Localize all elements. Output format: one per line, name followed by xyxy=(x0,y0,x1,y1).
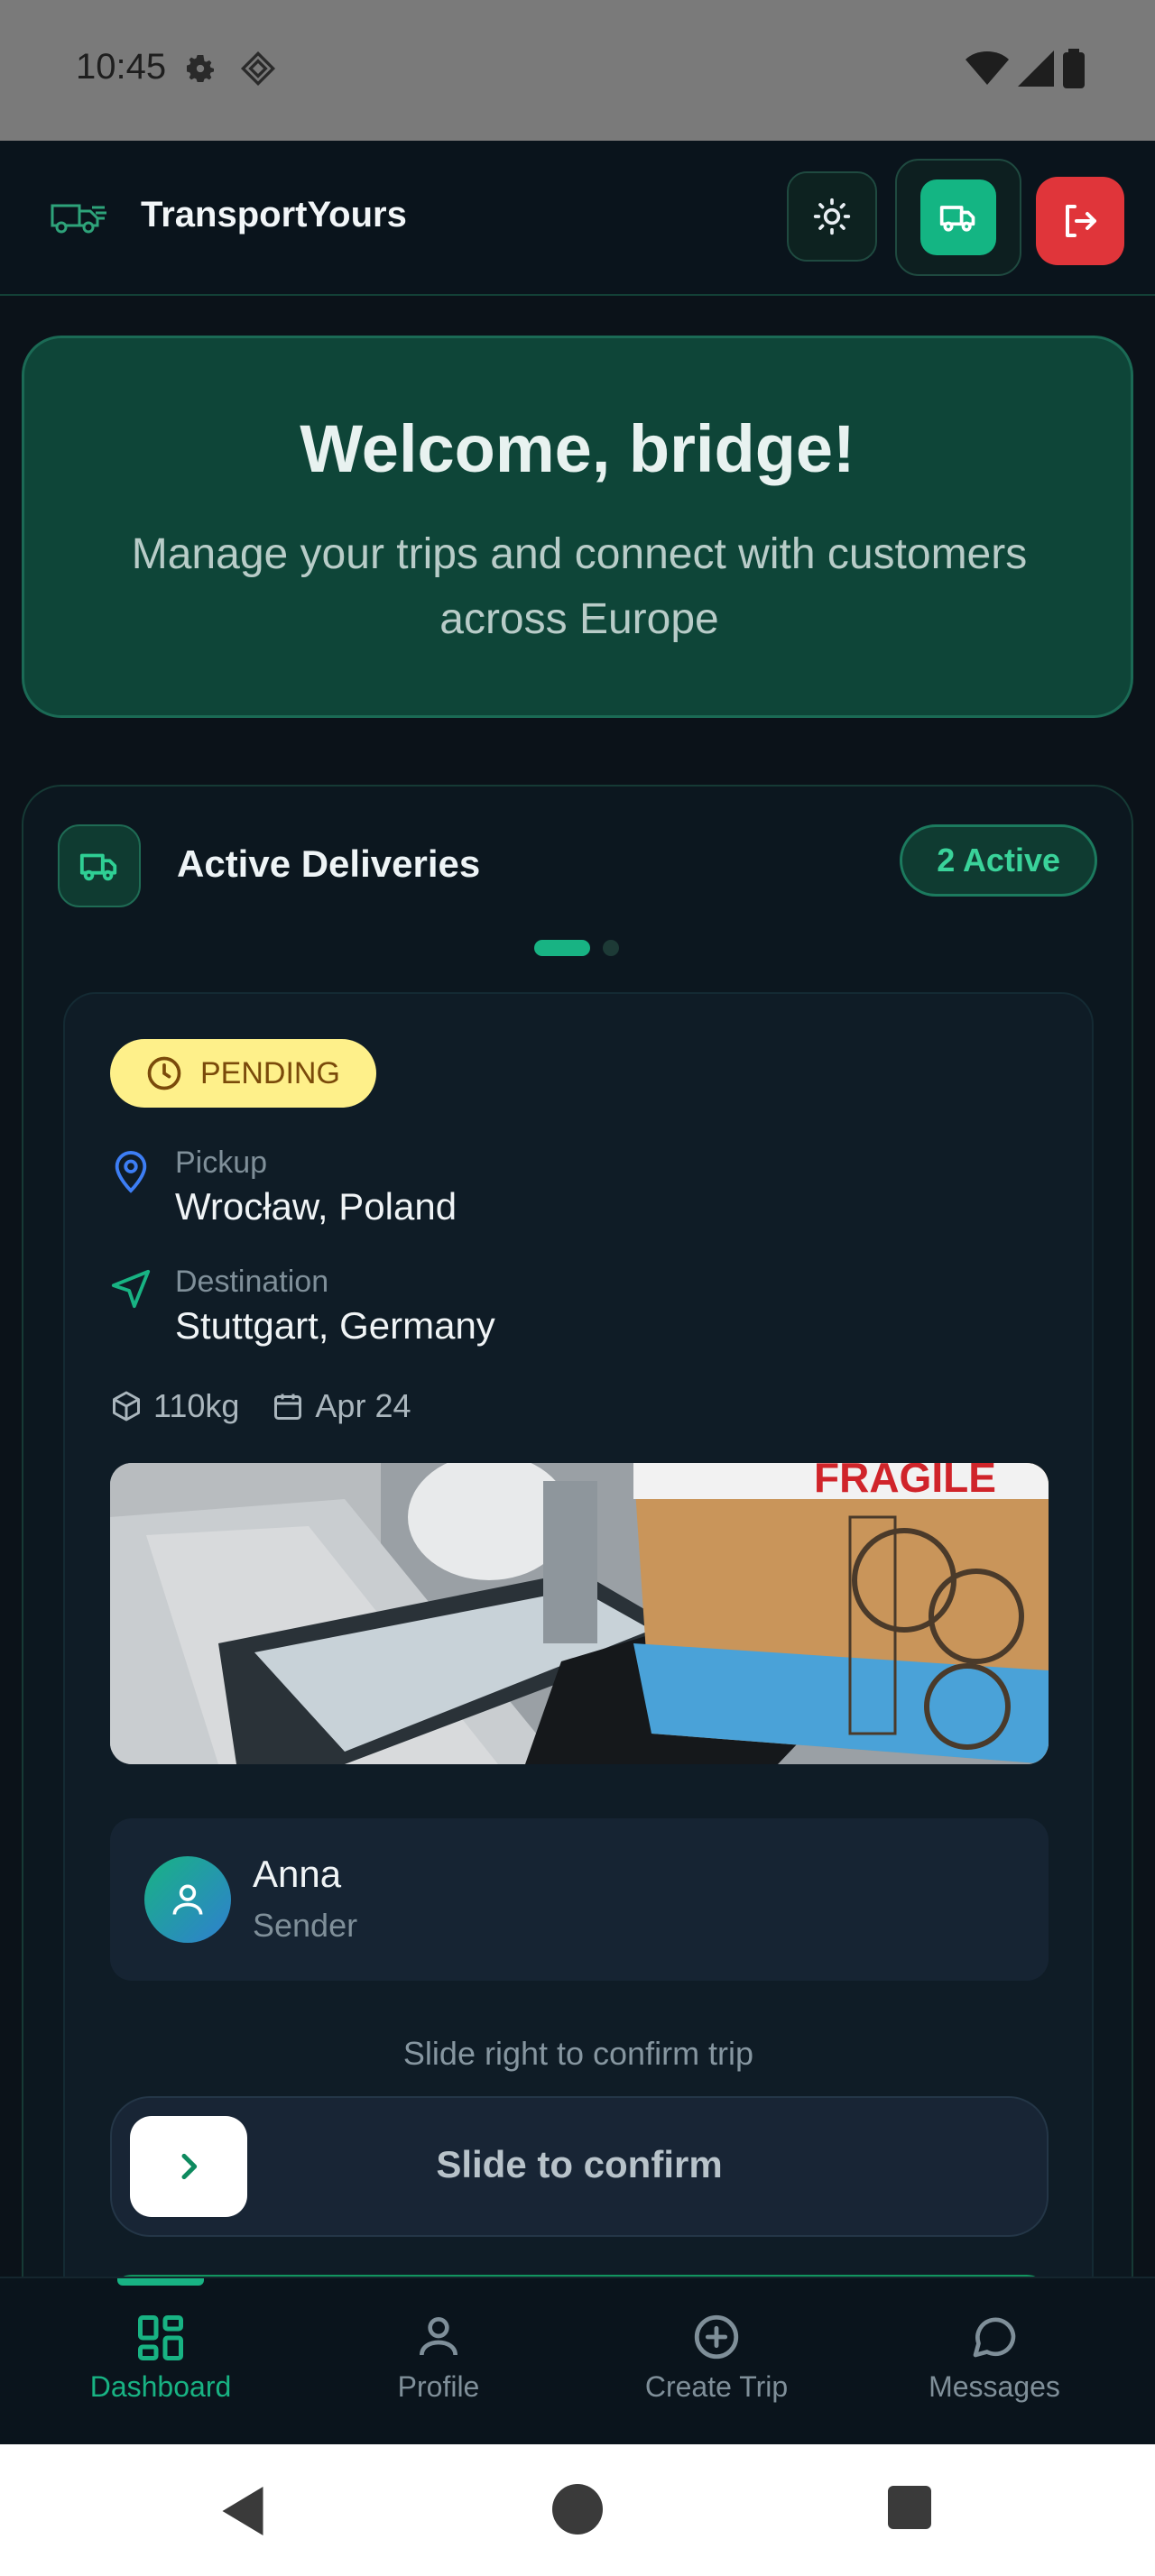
avatar xyxy=(144,1856,231,1943)
active-deliveries-card: Active Deliveries 2 Active PENDING Picku… xyxy=(22,785,1133,2347)
nav-create-trip[interactable]: Create Trip xyxy=(572,2278,861,2446)
navigation-arrow-icon xyxy=(110,1268,152,1314)
logout-icon xyxy=(1066,205,1096,237)
deliveries-mode-inner xyxy=(920,179,996,255)
logout-button[interactable] xyxy=(1036,177,1124,265)
signal-icon xyxy=(1018,51,1054,87)
welcome-card: Welcome, bridge! Manage your trips and c… xyxy=(22,336,1133,718)
photo-fragile-text: FRAGILE xyxy=(814,1463,996,1501)
slide-hint: Slide right to confirm trip xyxy=(402,2035,754,2072)
status-indicators xyxy=(966,49,1085,88)
weight-value: 110kg xyxy=(153,1387,240,1424)
destination-label: Destination xyxy=(175,1265,329,1299)
nav-label-create-trip: Create Trip xyxy=(644,2370,789,2403)
plus-circle-icon xyxy=(572,2311,861,2363)
trip-card[interactable]: PENDING Pickup Wrocław, Poland Destinati… xyxy=(63,992,1094,2347)
welcome-title: Welcome, bridge! xyxy=(300,411,855,486)
user-icon xyxy=(172,1884,203,1915)
map-pin-icon xyxy=(110,1149,152,1199)
destination-value: Stuttgart, Germany xyxy=(175,1304,495,1347)
theme-toggle-button[interactable] xyxy=(787,171,877,262)
nav-dashboard[interactable]: Dashboard xyxy=(16,2278,305,2446)
nav-label-messages: Messages xyxy=(929,2370,1060,2403)
nav-messages[interactable]: Messages xyxy=(850,2278,1139,2446)
clock-icon xyxy=(147,1056,181,1090)
calendar-icon xyxy=(274,1394,302,1420)
sender-role: Sender xyxy=(253,1907,358,1944)
trip-meta: 110kg Apr 24 xyxy=(110,1387,444,1425)
date-value: Apr 24 xyxy=(315,1387,411,1424)
nav-label-profile: Profile xyxy=(397,2370,480,2403)
active-count-badge: 2 Active xyxy=(900,824,1097,897)
home-icon[interactable] xyxy=(552,2484,603,2535)
app-title: TransportYours xyxy=(141,195,407,235)
package-photo[interactable]: FRAGILE xyxy=(110,1463,1049,1764)
deliveries-mode-button[interactable] xyxy=(895,159,1021,276)
pickup-value: Wrocław, Poland xyxy=(175,1185,457,1228)
truck-icon xyxy=(939,206,975,232)
chat-icon xyxy=(850,2311,1139,2361)
carousel-dot-active[interactable] xyxy=(534,940,590,956)
sun-icon xyxy=(813,198,851,235)
battery-icon xyxy=(1063,49,1085,88)
bottom-nav: Dashboard Profile Create Trip Messages xyxy=(0,2277,1155,2446)
app-header: TransportYours xyxy=(0,141,1155,296)
welcome-subtitle: Manage your trips and connect with custo… xyxy=(131,530,1028,643)
wifi-icon xyxy=(966,51,1009,85)
sender-card[interactable]: Anna Sender xyxy=(110,1818,1049,1981)
carousel-dots xyxy=(534,940,619,956)
status-time: 10:45 xyxy=(76,47,167,87)
chevron-right-icon xyxy=(181,2153,198,2180)
system-nav-bar xyxy=(0,2444,1155,2576)
section-title: Active Deliveries xyxy=(177,842,481,885)
slider-label: Slide to confirm xyxy=(436,2143,723,2185)
dashboard-icon xyxy=(16,2311,305,2365)
back-icon[interactable] xyxy=(218,2484,267,2538)
deliveries-truck-icon xyxy=(58,824,141,907)
settings-icon xyxy=(182,51,218,91)
slide-to-confirm[interactable]: Slide to confirm xyxy=(110,2096,1049,2237)
status-text: PENDING xyxy=(200,1055,340,1090)
pickup-label: Pickup xyxy=(175,1145,268,1180)
recents-icon[interactable] xyxy=(888,2484,931,2531)
nav-profile[interactable]: Profile xyxy=(294,2278,583,2446)
status-badge: PENDING xyxy=(110,1039,376,1108)
notification-icon xyxy=(240,51,276,91)
slider-handle[interactable] xyxy=(130,2116,247,2217)
truck-logo-icon xyxy=(47,197,108,241)
profile-icon xyxy=(294,2311,583,2361)
carousel-dot[interactable] xyxy=(603,940,619,956)
status-bar: 10:45 xyxy=(0,0,1155,141)
nav-label-dashboard: Dashboard xyxy=(89,2370,232,2403)
sender-name: Anna xyxy=(253,1853,342,1895)
package-icon xyxy=(113,1391,140,1421)
